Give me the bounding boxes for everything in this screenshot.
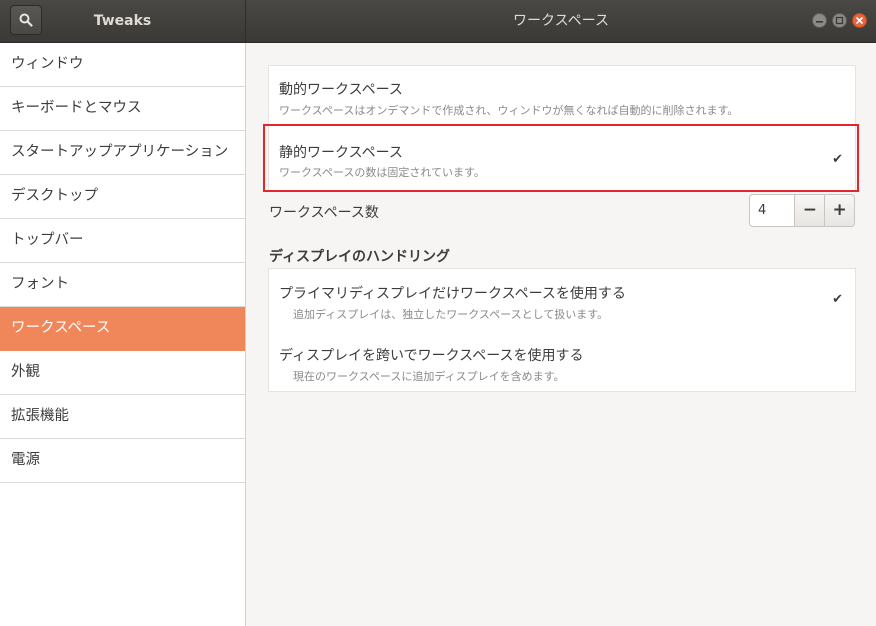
sidebar-item-fonts[interactable]: フォント (0, 263, 245, 307)
display-handling-heading: ディスプレイのハンドリング (269, 249, 451, 265)
minimize-button[interactable] (812, 13, 827, 28)
sidebar-item-appearance[interactable]: 外観 (0, 351, 245, 395)
close-icon (855, 16, 864, 25)
minimize-icon (816, 21, 823, 23)
sidebar-item-extensions[interactable]: 拡張機能 (0, 395, 245, 439)
display-handling-panel: プライマリディスプレイだけワークスペースを使用する 追加ディスプレイは、独立した… (268, 268, 856, 392)
primary-display-row[interactable]: プライマリディスプレイだけワークスペースを使用する 追加ディスプレイは、独立した… (269, 269, 855, 329)
sidebar-item-window[interactable]: ウィンドウ (0, 43, 245, 87)
span-displays-title: ディスプレイを跨いでワークスペースを使用する (279, 348, 584, 364)
window-title: ワークスペース (513, 13, 609, 29)
decrement-button[interactable]: − (794, 195, 825, 226)
sidebar: ウィンドウ キーボードとマウス スタートアップアプリケーション デスクトップ ト… (0, 43, 246, 626)
sidebar-item-power[interactable]: 電源 (0, 439, 245, 483)
sidebar-item-keyboard-mouse[interactable]: キーボードとマウス (0, 87, 245, 131)
increment-button[interactable]: + (824, 195, 854, 226)
workspace-count-input[interactable]: 4 (750, 195, 794, 226)
maximize-icon (835, 16, 844, 25)
close-button[interactable] (852, 13, 867, 28)
primary-display-title: プライマリディスプレイだけワークスペースを使用する (279, 286, 626, 302)
title-bar: Tweaks ワークスペース (0, 0, 876, 43)
primary-checkmark-icon: ✔ (832, 292, 843, 307)
sidebar-item-workspaces[interactable]: ワークスペース (0, 307, 245, 351)
sidebar-item-startup-applications[interactable]: スタートアップアプリケーション (0, 131, 245, 175)
dynamic-workspaces-row[interactable]: 動的ワークスペース ワークスペースはオンデマンドで作成され、ウィンドウが無くなれ… (269, 66, 855, 126)
span-displays-row[interactable]: ディスプレイを跨いでワークスペースを使用する 現在のワークスペースに追加ディスプ… (269, 331, 855, 391)
workspace-count-spinner: 4 − + (749, 194, 855, 227)
span-displays-description: 現在のワークスペースに追加ディスプレイを含めます。 (293, 370, 565, 383)
app-title: Tweaks (93, 13, 152, 29)
static-workspaces-highlight (263, 124, 859, 192)
workspace-count-label: ワークスペース数 (269, 205, 379, 221)
dynamic-workspaces-title: 動的ワークスペース (279, 82, 403, 98)
search-icon (19, 13, 33, 27)
dynamic-workspaces-description: ワークスペースはオンデマンドで作成され、ウィンドウが無くなれば自動的に削除されま… (279, 104, 739, 117)
sidebar-item-top-bar[interactable]: トップバー (0, 219, 245, 263)
search-button[interactable] (10, 5, 42, 35)
sidebar-item-desktop[interactable]: デスクトップ (0, 175, 245, 219)
maximize-button[interactable] (832, 13, 847, 28)
primary-display-description: 追加ディスプレイは、独立したワークスペースとして扱います。 (293, 308, 609, 321)
